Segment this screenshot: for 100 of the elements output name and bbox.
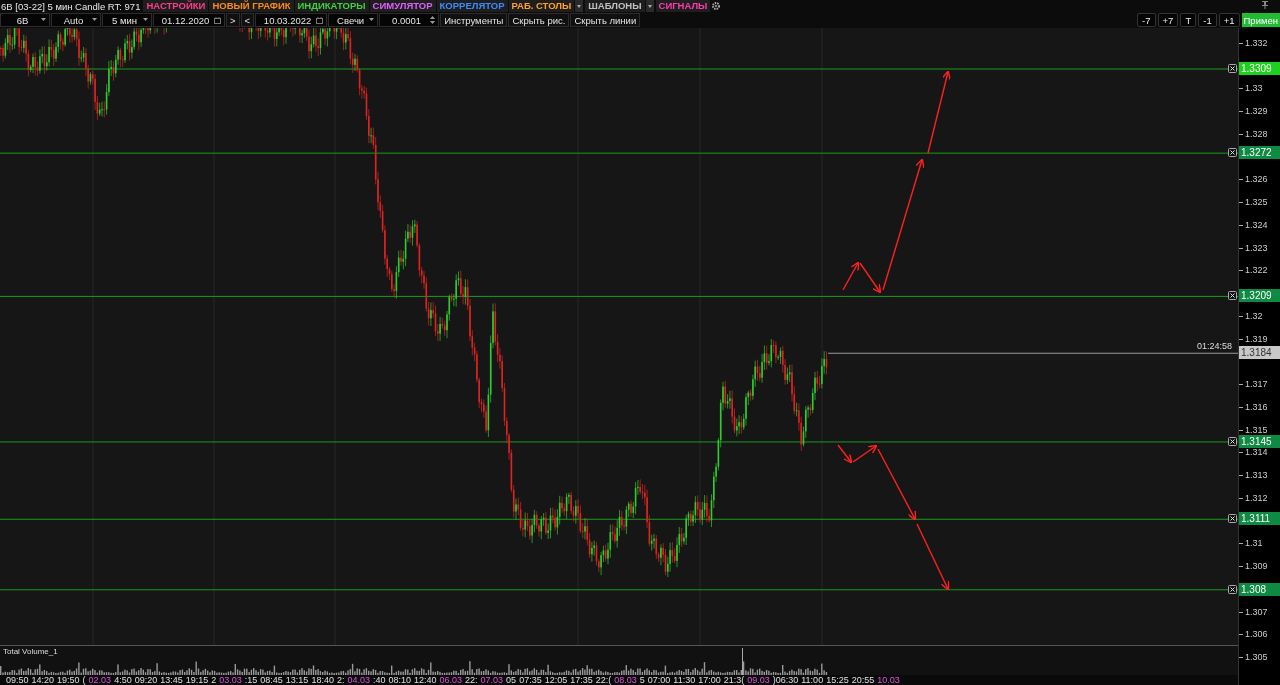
- level-line[interactable]: [0, 295, 1238, 297]
- time-label: 11:30: [673, 675, 696, 685]
- menu-item[interactable]: СИМУЛЯТОР: [369, 0, 436, 12]
- price-tick-label: 1.31: [1245, 538, 1263, 550]
- price-tick-label: 1.313: [1245, 470, 1268, 482]
- time-label: 17:35: [570, 675, 593, 685]
- calendar-icon: [214, 16, 221, 24]
- date-label: 08.03: [614, 675, 637, 685]
- level-price-label: 1.3309: [1239, 62, 1280, 75]
- price-tick-label: 1.316: [1245, 401, 1268, 413]
- level-price-label: 1.3111: [1239, 512, 1280, 526]
- close-icon[interactable]: [1228, 436, 1237, 446]
- price-tick-label: 1.326: [1245, 174, 1268, 186]
- date-label: 06.03: [439, 675, 463, 685]
- chart-title: 6B [03-22] 5 мин Candle RT: 971: [0, 0, 142, 12]
- caret-icon: [41, 18, 46, 22]
- time-label: (: [82, 675, 86, 685]
- number-field[interactable]: 0.0001: [379, 13, 440, 27]
- price-tick-label: 1.33: [1245, 83, 1263, 95]
- level-price-label: 1.3209: [1239, 289, 1280, 303]
- price-tick-label: 1.322: [1245, 265, 1268, 277]
- calendar-icon: [316, 16, 324, 24]
- select-field[interactable]: 6B: [0, 13, 50, 27]
- price-tick-label: 1.325: [1245, 197, 1268, 209]
- caret-icon[interactable]: [645, 0, 654, 12]
- current-price-label: 1.3184: [1239, 346, 1280, 360]
- time-label: 09:50: [6, 675, 29, 685]
- toolbar-button[interactable]: Скрыть линии: [570, 13, 641, 27]
- time-label: 11:00: [801, 675, 824, 685]
- menu-item[interactable]: НАСТРОЙКИ: [143, 0, 209, 12]
- step-button[interactable]: T: [1180, 13, 1197, 27]
- date-label: 03.03: [219, 675, 242, 685]
- time-label: 12:05: [544, 675, 568, 685]
- price-tick-label: 1.319: [1245, 333, 1268, 345]
- step-button[interactable]: -1: [1198, 13, 1217, 27]
- time-label: 19:50: [57, 675, 80, 685]
- menu-item[interactable]: ШАБЛОНЫ: [585, 0, 645, 12]
- arrow: [916, 523, 950, 591]
- select-field[interactable]: 5 мин: [102, 13, 152, 27]
- price-tick-label: 1.307: [1245, 606, 1268, 618]
- arrow: [842, 261, 860, 291]
- price-tick-label: 1.332: [1245, 38, 1268, 49]
- time-label: 07:00: [647, 675, 671, 685]
- menu-item[interactable]: КОРРЕЛЯТОР: [436, 0, 508, 12]
- price-tick-label: 1.315: [1245, 424, 1268, 436]
- select-field[interactable]: Auto: [51, 13, 101, 27]
- time-label: )06:30: [772, 675, 799, 685]
- toolbar-button[interactable]: Скрыть рис.: [508, 13, 570, 27]
- toolbar-button[interactable]: Инструменты: [440, 13, 508, 27]
- time-label: 19:15: [185, 675, 209, 685]
- close-icon[interactable]: [1228, 64, 1237, 73]
- price-tick-label: 1.312: [1245, 492, 1268, 504]
- time-label: 21:3(: [723, 675, 745, 685]
- level-price-label: 1.3145: [1239, 434, 1280, 448]
- menu-item[interactable]: РАБ. СТОЛЫ: [508, 0, 575, 12]
- step-button[interactable]: +7: [1157, 13, 1179, 27]
- date-label: 04.03: [347, 675, 370, 685]
- settings-icon[interactable]: [711, 1, 722, 11]
- date-field[interactable]: 01.12.2020: [153, 13, 225, 27]
- time-label: 15:25: [826, 675, 849, 685]
- close-icon[interactable]: [1228, 148, 1237, 158]
- pane-title: Total Volume_1: [3, 647, 58, 656]
- time-label: 09:20: [134, 675, 158, 685]
- caret-icon: [143, 18, 148, 22]
- close-icon[interactable]: [1228, 291, 1237, 301]
- menu-item[interactable]: СИГНАЛЫ: [655, 0, 711, 12]
- caret-icon[interactable]: [575, 0, 584, 12]
- time-label: :40: [372, 675, 386, 685]
- step-button[interactable]: -7: [1137, 13, 1156, 27]
- time-label: 05: [506, 675, 517, 685]
- select-field[interactable]: Свечи: [328, 13, 379, 27]
- price-tick-label: 1.309: [1245, 561, 1268, 572]
- date-label: 07.03: [480, 675, 504, 685]
- time-label: 13:15: [285, 675, 309, 685]
- toolbar-button[interactable]: <: [240, 13, 255, 27]
- price-tick-label: 1.317: [1245, 379, 1268, 391]
- level-price-label: 1.3272: [1239, 146, 1280, 160]
- time-label: 5: [639, 675, 645, 685]
- level-price-label: 1.308: [1239, 582, 1280, 596]
- date-label: 10.03: [877, 675, 900, 685]
- date-label: 02.03: [88, 675, 112, 685]
- date-label: 09.03: [747, 675, 770, 685]
- spinner-icon: [430, 15, 436, 25]
- step-button[interactable]: +1: [1218, 13, 1240, 27]
- close-icon[interactable]: [1228, 514, 1237, 524]
- price-tick-label: 1.329: [1245, 106, 1268, 118]
- menu-item[interactable]: ИНДИКАТОРЫ: [294, 0, 369, 12]
- pin-icon[interactable]: [1260, 1, 1270, 9]
- time-label: 20:55: [851, 675, 875, 685]
- menu-item[interactable]: НОВЫЙ ГРАФИК: [209, 0, 294, 12]
- time-label: 17:00: [698, 675, 721, 685]
- date-field[interactable]: 10.03.2022: [255, 13, 328, 27]
- time-label: 07:35: [519, 675, 542, 685]
- caret-icon: [92, 18, 97, 22]
- price-tick-label: 1.314: [1245, 447, 1268, 459]
- price-tick-label: 1.328: [1245, 128, 1268, 140]
- close-icon[interactable]: [1228, 584, 1237, 594]
- time-label: 22:(: [595, 675, 612, 685]
- toolbar-button[interactable]: >: [226, 13, 240, 27]
- level-line[interactable]: [0, 518, 1238, 520]
